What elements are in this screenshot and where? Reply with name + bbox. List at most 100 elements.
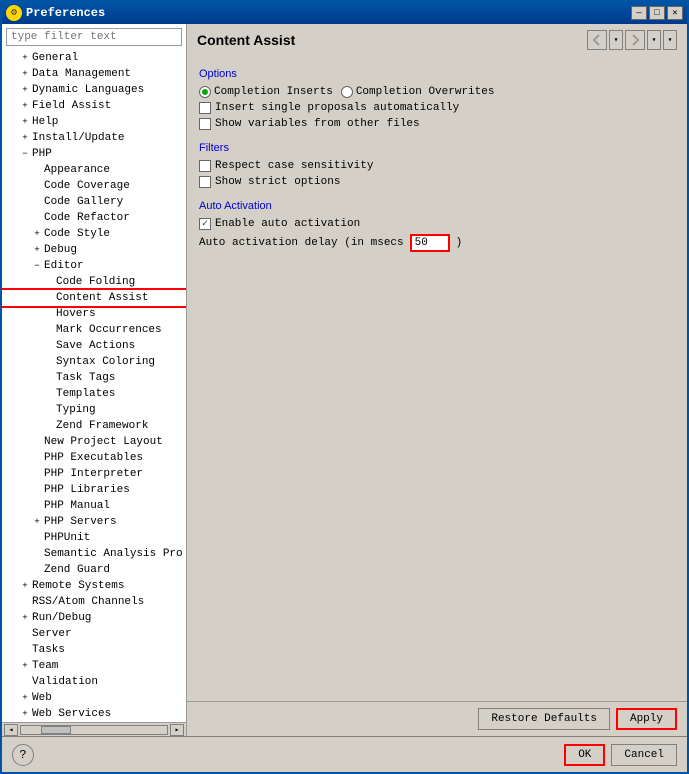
sidebar-item-mark-occurrences[interactable]: Mark Occurrences <box>2 322 186 338</box>
sidebar-item-editor[interactable]: − Editor <box>2 258 186 274</box>
sidebar-item-hovers[interactable]: Hovers <box>2 306 186 322</box>
panel-title: Content Assist <box>197 32 295 48</box>
sidebar-item-web[interactable]: + Web <box>2 690 186 706</box>
restore-defaults-button[interactable]: Restore Defaults <box>478 708 610 730</box>
show-strict-row[interactable]: Show strict options <box>199 176 675 188</box>
sidebar-item-run-debug[interactable]: + Run/Debug <box>2 610 186 626</box>
sidebar-label-remote-systems: Remote Systems <box>32 580 124 592</box>
nav-back-dropdown[interactable]: ▾ <box>609 30 623 50</box>
sidebar-item-tasks[interactable]: Tasks <box>2 642 186 658</box>
expand-icon: + <box>18 131 32 145</box>
spacer <box>30 195 44 209</box>
nav-forward-button[interactable] <box>625 30 645 50</box>
radio-inserts[interactable] <box>199 86 211 98</box>
completion-overwrites-label: Completion Overwrites <box>356 86 495 98</box>
sidebar-item-php-libraries[interactable]: PHP Libraries <box>2 482 186 498</box>
maximize-button[interactable]: □ <box>649 6 665 20</box>
sidebar-item-content-assist[interactable]: Content Assist <box>2 290 186 306</box>
show-variables-checkbox[interactable] <box>199 118 211 130</box>
sidebar-label-debug: Debug <box>44 244 77 256</box>
minimize-button[interactable]: — <box>631 6 647 20</box>
help-button[interactable]: ? <box>12 744 34 766</box>
sidebar-item-save-actions[interactable]: Save Actions <box>2 338 186 354</box>
sidebar-item-code-style[interactable]: + Code Style <box>2 226 186 242</box>
sidebar-label-code-refactor: Code Refactor <box>44 212 130 224</box>
close-button[interactable]: ✕ <box>667 6 683 20</box>
sidebar-label-code-gallery: Code Gallery <box>44 196 123 208</box>
spacer <box>30 211 44 225</box>
sidebar-item-code-folding[interactable]: Code Folding <box>2 274 186 290</box>
spacer <box>42 291 56 305</box>
sidebar-item-help[interactable]: + Help <box>2 114 186 130</box>
sidebar-item-validation[interactable]: Validation <box>2 674 186 690</box>
cancel-button[interactable]: Cancel <box>611 744 677 766</box>
scroll-track[interactable] <box>20 725 168 735</box>
sidebar-item-task-tags[interactable]: Task Tags <box>2 370 186 386</box>
sidebar-item-server[interactable]: Server <box>2 626 186 642</box>
preferences-window: ⚙ Preferences — □ ✕ + General <box>0 0 689 774</box>
sidebar-item-syntax-coloring[interactable]: Syntax Coloring <box>2 354 186 370</box>
ok-button[interactable]: OK <box>564 744 605 766</box>
show-variables-row[interactable]: Show variables from other files <box>199 118 675 130</box>
nav-forward-dropdown[interactable]: ▾ <box>647 30 661 50</box>
respect-case-checkbox[interactable] <box>199 160 211 172</box>
sidebar-item-general[interactable]: + General <box>2 50 186 66</box>
nav-menu-dropdown[interactable]: ▾ <box>663 30 677 50</box>
radio-overwrites[interactable] <box>341 86 353 98</box>
sidebar-item-php-executables[interactable]: PHP Executables <box>2 450 186 466</box>
sidebar-item-semantic-analysis[interactable]: Semantic Analysis Pro <box>2 546 186 562</box>
expand-icon: + <box>30 515 44 529</box>
scroll-left-btn[interactable]: ◂ <box>4 724 18 736</box>
sidebar-item-appearance[interactable]: Appearance <box>2 162 186 178</box>
sidebar-item-php-manual[interactable]: PHP Manual <box>2 498 186 514</box>
sidebar-item-code-refactor[interactable]: Code Refactor <box>2 210 186 226</box>
spacer <box>18 643 32 657</box>
spacer <box>30 531 44 545</box>
sidebar-item-typing[interactable]: Typing <box>2 402 186 418</box>
nav-back-button[interactable] <box>587 30 607 50</box>
expand-icon: + <box>18 83 32 97</box>
spacer <box>18 595 32 609</box>
enable-auto-checkbox[interactable] <box>199 218 211 230</box>
scroll-thumb[interactable] <box>41 726 71 734</box>
sidebar-item-phpunit[interactable]: PHPUnit <box>2 530 186 546</box>
show-strict-checkbox[interactable] <box>199 176 211 188</box>
sidebar-item-install-update[interactable]: + Install/Update <box>2 130 186 146</box>
expand-icon: − <box>18 147 32 161</box>
completion-overwrites-radio[interactable]: Completion Overwrites <box>341 86 495 98</box>
spacer <box>30 163 44 177</box>
sidebar-item-field-assist[interactable]: + Field Assist <box>2 98 186 114</box>
title-buttons: — □ ✕ <box>631 6 683 20</box>
sidebar-item-data-management[interactable]: + Data Management <box>2 66 186 82</box>
sidebar-label-task-tags: Task Tags <box>56 372 115 384</box>
respect-case-row[interactable]: Respect case sensitivity <box>199 160 675 172</box>
expand-icon: + <box>18 115 32 129</box>
sidebar-item-php-servers[interactable]: + PHP Servers <box>2 514 186 530</box>
sidebar-item-team[interactable]: + Team <box>2 658 186 674</box>
sidebar-item-remote-systems[interactable]: + Remote Systems <box>2 578 186 594</box>
window-title: Preferences <box>26 6 105 20</box>
delay-input[interactable] <box>410 234 450 252</box>
scroll-right-btn[interactable]: ▸ <box>170 724 184 736</box>
sidebar-item-zend-guard[interactable]: Zend Guard <box>2 562 186 578</box>
sidebar-item-code-gallery[interactable]: Code Gallery <box>2 194 186 210</box>
insert-single-checkbox[interactable] <box>199 102 211 114</box>
sidebar-item-templates[interactable]: Templates <box>2 386 186 402</box>
sidebar-item-new-project-layout[interactable]: New Project Layout <box>2 434 186 450</box>
insert-single-row[interactable]: Insert single proposals automatically <box>199 102 675 114</box>
sidebar-item-php-interpreter[interactable]: PHP Interpreter <box>2 466 186 482</box>
expand-icon: + <box>18 659 32 673</box>
enable-auto-row[interactable]: Enable auto activation <box>199 218 675 230</box>
sidebar-item-debug[interactable]: + Debug <box>2 242 186 258</box>
apply-button[interactable]: Apply <box>616 708 677 730</box>
sidebar-item-dynamic-languages[interactable]: + Dynamic Languages <box>2 82 186 98</box>
sidebar-item-php[interactable]: − PHP <box>2 146 186 162</box>
sidebar-item-zend-framework[interactable]: Zend Framework <box>2 418 186 434</box>
sidebar-item-code-coverage[interactable]: Code Coverage <box>2 178 186 194</box>
completion-inserts-radio[interactable]: Completion Inserts <box>199 86 333 98</box>
filter-input[interactable] <box>6 28 182 46</box>
sidebar-label-team: Team <box>32 660 58 672</box>
sidebar-item-web-services[interactable]: + Web Services <box>2 706 186 722</box>
sidebar-item-rss-atom[interactable]: RSS/Atom Channels <box>2 594 186 610</box>
right-panel: Content Assist ▾ ▾ ▾ <box>187 24 687 736</box>
